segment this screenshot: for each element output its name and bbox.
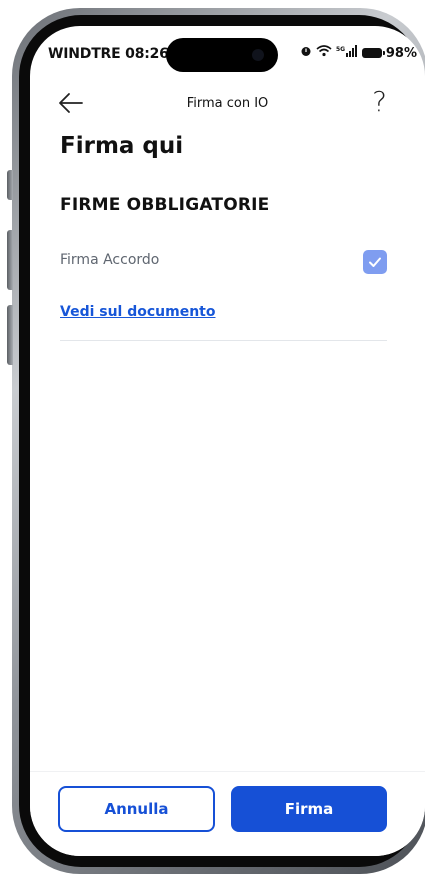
nav-header: Firma con IO ? <box>30 86 425 126</box>
battery-icon <box>361 48 385 58</box>
section-title: FIRME OBBLIGATORIE <box>60 195 270 215</box>
alarm-icon <box>300 45 312 61</box>
divider <box>60 340 387 341</box>
battery-level: 98% <box>385 45 417 61</box>
signature-row[interactable]: Firma Accordo <box>60 242 387 282</box>
help-button[interactable]: ? <box>372 86 387 118</box>
app-screen: WINDTRE 08:26 5G 98% Firma con IO ? Firm… <box>30 26 425 856</box>
footer-actions: Annulla Firma <box>30 771 425 856</box>
signature-label: Firma Accordo <box>60 252 160 268</box>
mute-switch <box>7 170 13 200</box>
sign-button[interactable]: Firma <box>231 786 387 832</box>
page-title: Firma qui <box>60 133 184 159</box>
view-document-link[interactable]: Vedi sul documento <box>60 304 216 320</box>
status-icons: 5G 98% <box>300 45 417 61</box>
dynamic-island <box>166 38 278 72</box>
cancel-button[interactable]: Annulla <box>58 786 215 832</box>
status-bar: WINDTRE 08:26 5G 98% <box>30 26 425 82</box>
signature-checkbox[interactable] <box>363 250 387 274</box>
carrier-time: WINDTRE 08:26 <box>48 46 169 62</box>
wifi-icon <box>316 45 332 61</box>
volume-up-button <box>7 230 13 290</box>
network-label: 5G <box>336 46 345 53</box>
front-camera <box>252 49 264 61</box>
signal-icon: 5G <box>336 45 358 61</box>
check-icon <box>369 257 381 267</box>
device-stage: WINDTRE 08:26 5G 98% Firma con IO ? Firm… <box>0 0 425 876</box>
question-mark-icon: ? <box>372 85 387 118</box>
volume-down-button <box>7 305 13 365</box>
nav-title: Firma con IO <box>186 96 269 111</box>
